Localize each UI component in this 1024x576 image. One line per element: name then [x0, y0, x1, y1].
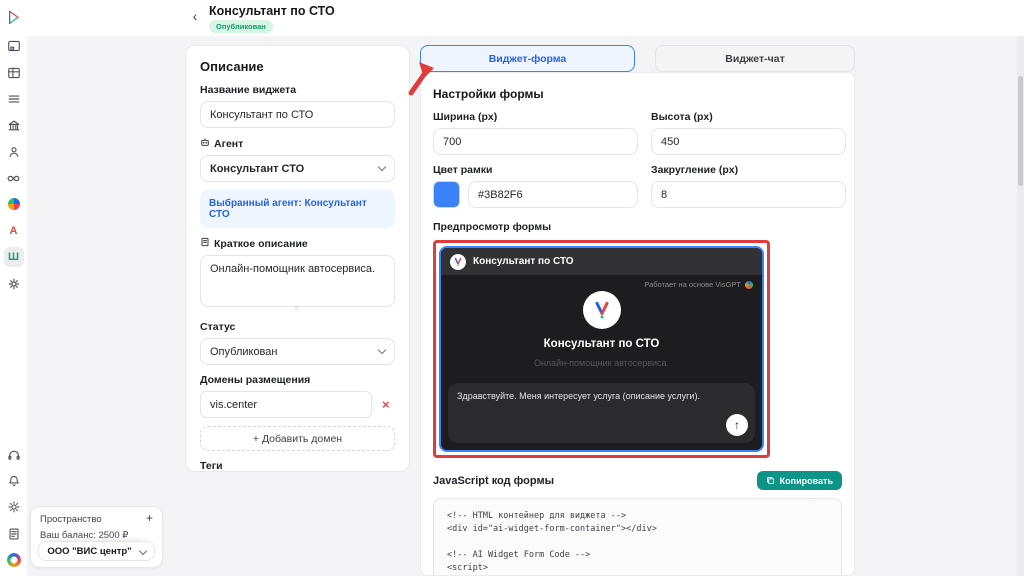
status-select[interactable]: Опубликован [200, 338, 395, 365]
powered-by-text: Работает на основе VisGPT [644, 280, 741, 289]
description-title: Описание [200, 59, 264, 74]
organization-select[interactable]: ООО "ВИС центр" [38, 541, 155, 561]
preview-center-subtitle: Онлайн-помощник автосервиса. [533, 358, 670, 368]
sidebar-item-table-icon[interactable] [4, 63, 24, 83]
remove-domain-icon[interactable]: × [382, 397, 390, 412]
annotation-highlight-box: Консультант по СТО Работает на основе Vi… [433, 240, 770, 458]
robot-icon [200, 137, 210, 150]
description-panel: Описание Название виджета Консультант по… [185, 45, 410, 472]
app-logo-icon[interactable] [4, 7, 24, 27]
widget-name-label: Название виджета [200, 84, 297, 96]
add-domain-button[interactable]: + Добавить домен [200, 426, 395, 451]
width-input[interactable]: 700 [433, 128, 638, 155]
preview-center-title: Консультант по СТО [543, 338, 660, 350]
back-button[interactable]: ‹ [186, 7, 204, 25]
sidebar-item-letter-a-icon[interactable]: A [4, 221, 24, 241]
preview-avatar-icon [450, 253, 466, 270]
sidebar-item-pages-icon[interactable] [4, 36, 24, 56]
color-swatch[interactable] [433, 181, 460, 208]
notifications-bell-icon[interactable] [4, 471, 24, 491]
page-scrollbar[interactable] [1017, 36, 1024, 576]
js-code-title: JavaScript код формы [433, 474, 554, 487]
js-code-block[interactable]: <!-- HTML контейнер для виджета --> <div… [433, 498, 842, 575]
agent-select[interactable]: Консультант СТО [200, 155, 395, 182]
widget-form-panel: Настройки формы Ширина (px) 700 Высота (… [420, 72, 855, 576]
status-badge: Опубликован [209, 20, 273, 33]
resize-handle[interactable]: ⠿ [200, 306, 395, 313]
short-description-textarea[interactable]: Онлайн-помощник автосервиса. [200, 255, 395, 307]
widget-preview: Консультант по СТО Работает на основе Vi… [439, 246, 764, 452]
copy-button[interactable]: Копировать [756, 471, 842, 490]
height-input[interactable]: 450 [651, 128, 846, 155]
sidebar-item-organization-icon[interactable] [4, 115, 24, 135]
send-button[interactable]: ↑ [726, 414, 748, 436]
form-settings-title: Настройки формы [433, 87, 544, 101]
docs-icon[interactable] [4, 524, 24, 544]
radius-input[interactable]: 8 [651, 181, 846, 208]
chevron-down-icon [138, 546, 147, 556]
sidebar-item-analytics-icon[interactable] [4, 194, 24, 214]
sidebar-rail: A Ш [0, 0, 27, 576]
workspace-label: Пространство [40, 514, 102, 525]
top-bar: ‹ Консультант по СТО Опубликован [0, 0, 1024, 36]
add-workspace-button[interactable]: + [146, 512, 153, 525]
selected-agent-info: Выбранный агент: Консультант СТО [200, 190, 395, 228]
tab-widget-chat[interactable]: Виджет-чат [655, 45, 855, 72]
document-icon [200, 237, 210, 250]
domain-input[interactable]: vis.center [200, 391, 372, 418]
preview-title: Предпросмотр формы [433, 221, 552, 233]
preview-header: Консультант по СТО [441, 248, 762, 275]
visgpt-icon [745, 280, 753, 289]
chevron-down-icon [377, 162, 387, 172]
tab-widget-form[interactable]: Виджет-форма [420, 45, 635, 72]
short-description-label: Краткое описание [200, 237, 395, 250]
sidebar-item-users-icon[interactable] [4, 142, 24, 162]
sidebar-item-integrations-icon[interactable] [4, 168, 24, 188]
js-code-text: <!-- HTML контейнер для виджета --> <div… [447, 511, 657, 573]
tags-label: Теги [200, 460, 223, 472]
border-color-input[interactable]: #3B82F6 [468, 181, 638, 208]
domains-label: Домены размещения [200, 374, 311, 386]
brand-spiral-icon [4, 550, 24, 570]
support-icon[interactable] [4, 445, 24, 465]
chevron-down-icon [377, 345, 387, 355]
preview-center-avatar-icon [582, 291, 621, 329]
widget-name-input[interactable]: Консультант по СТО [200, 101, 395, 128]
sidebar-item-widgets-icon[interactable]: Ш [3, 247, 24, 268]
width-label: Ширина (px) [433, 111, 498, 123]
workspace-card: Пространство + Ваш баланс: 2500 ₽ ООО "В… [30, 506, 163, 568]
radius-label: Закругление (px) [651, 164, 739, 176]
preview-header-title: Консультант по СТО [473, 256, 574, 267]
theme-toggle-icon[interactable] [4, 497, 24, 517]
sidebar-item-settings-icon[interactable] [4, 274, 24, 294]
sidebar-item-list-icon[interactable] [4, 89, 24, 109]
scrollbar-thumb[interactable] [1018, 76, 1023, 186]
status-label: Статус [200, 321, 236, 333]
page-title: Консультант по СТО [209, 4, 335, 18]
preview-message-input[interactable]: Здравствуйте. Меня интересует услуга (оп… [448, 383, 755, 443]
copy-icon [766, 477, 774, 484]
border-color-label: Цвет рамки [433, 164, 493, 176]
agent-label: Агент [200, 137, 395, 150]
height-label: Высота (px) [651, 111, 713, 123]
